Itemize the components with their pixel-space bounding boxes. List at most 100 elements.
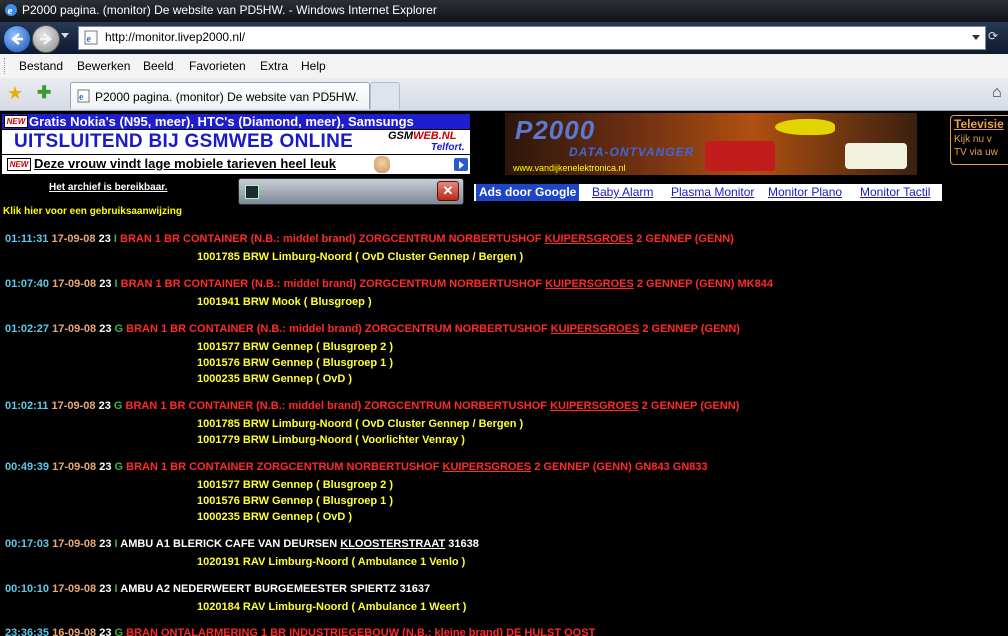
favorites-star-icon[interactable]: ★ [7,84,23,102]
play-icon[interactable] [454,158,468,171]
street-link[interactable]: KUIPERSGROES [443,461,532,473]
message-priority: G [114,627,124,636]
tab-title: P2000 pagina. (monitor) De website van P… [95,90,359,104]
message-text: BRAN 1 BR CONTAINER (N.B.: middel brand)… [120,233,734,245]
ads-by-google-label[interactable]: Ads door Google [476,184,580,201]
refresh-icon[interactable]: ⟳ [988,29,1008,47]
message-units: 1001785 BRW Limburg-Noord ( OvD Cluster … [197,416,523,448]
banner-site: www.vandijkenelektronica.nl [513,163,626,173]
svg-text:e: e [8,5,13,17]
message-time: 01:02:27 [5,323,50,335]
message-units: 1001941 BRW Mook ( Blusgroep ) [197,294,372,310]
message-region: 23 [99,323,112,335]
menu-favorieten[interactable]: Favorieten [189,59,246,73]
unit-line: 1001941 BRW Mook ( Blusgroep ) [197,296,372,308]
message-text: BRAN 1 BR CONTAINER (N.B.: middel brand)… [120,278,773,290]
street-link[interactable]: KUIPERSGROES [550,400,639,412]
message-region: 23 [99,461,112,473]
menu-help[interactable]: Help [301,59,326,73]
ad-gsmweb[interactable]: UITSLUITEND BIJ GSMWEB ONLINE GSMWEB.NL … [2,130,470,154]
window-title-bar: e P2000 pagina. (monitor) De website van… [0,0,1008,22]
message-units: 1001577 BRW Gennep ( Blusgroep 2 ) 100157… [197,339,393,387]
add-favorite-icon[interactable]: ✚ [37,84,51,102]
message-date: 17-09-08 [52,583,97,595]
message-region: 23 [99,627,112,636]
message-date: 17-09-08 [52,278,97,290]
address-url: http://monitor.livep2000.nl/ [105,30,246,44]
message-date: 17-09-08 [51,400,96,412]
new-tab-button[interactable] [370,82,400,109]
street-link[interactable]: KUIPERSGROES [545,233,634,245]
street-link[interactable]: KLOOSTERSTRAAT [340,538,445,550]
unit-line: 1001785 BRW Limburg-Noord ( OvD Cluster … [197,418,524,430]
arrow-right-icon [40,33,52,45]
menu-beeld[interactable]: Beeld [143,59,174,73]
message-header: 00:49:39 17-09-08 23 G BRAN 1 BR CONTAIN… [5,461,708,473]
p2000-banner[interactable]: P2000 DATA-ONTVANGER www.vandijkenelektr… [505,113,917,175]
ad-link-monitor-tactil[interactable]: Monitor Tactil [860,185,930,199]
page-icon: e [84,30,98,45]
window-icon [245,185,259,199]
message-units: 1001785 BRW Limburg-Noord ( OvD Cluster … [197,249,523,265]
message-region: 23 [98,400,111,412]
ad-text: TV via uw [954,147,998,158]
ad-mobile-rates[interactable]: NEW Deze vrouw vindt lage mobiele tariev… [2,155,470,174]
message-priority: G [114,323,124,335]
menu-extra[interactable]: Extra [260,59,288,73]
message-time: 01:02:11 [5,400,49,412]
ad-gratis-phones[interactable]: NEW Gratis Nokia's (N95, meer), HTC's (D… [2,114,470,129]
message-header: 23:36:35 16-09-08 23 G BRAN ONTALARMERIN… [5,627,595,636]
unit-line: 1020191 RAV Limburg-Noord ( Ambulance 1 … [197,556,466,568]
menu-bewerken[interactable]: Bewerken [77,59,130,73]
recent-pages-dropdown[interactable] [61,33,69,38]
ad-link-monitor-plano[interactable]: Monitor Plano [768,185,842,199]
message-header: 01:07:40 17-09-08 23 I BRAN 1 BR CONTAIN… [5,278,773,290]
message-text: BRAN 1 BR CONTAINER ZORGCENTRUM NORBERTU… [126,461,708,473]
message-priority: I [114,538,118,550]
banner-title: P2000 [515,115,596,145]
archive-link[interactable]: Het archief is bereikbaar. [49,182,167,193]
street-link[interactable]: KUIPERSGROES [551,323,640,335]
address-dropdown-icon[interactable] [972,35,980,40]
new-badge: NEW [7,158,31,171]
home-icon[interactable]: ⌂ [992,84,1002,102]
message-units: 1001577 BRW Gennep ( Blusgroep 2 ) 100157… [197,477,393,525]
unit-line: 1000235 BRW Gennep ( OvD ) [197,511,353,523]
message-priority: I [113,233,117,245]
message-priority: I [114,583,118,595]
address-bar[interactable]: e http://monitor.livep2000.nl/ [78,26,986,50]
page-content: NEW Gratis Nokia's (N95, meer), HTC's (D… [0,111,1008,636]
ad-link-baby-alarm[interactable]: Baby Alarm [592,185,653,199]
page-icon: e [77,89,90,103]
ad-link-plasma-monitor[interactable]: Plasma Monitor [671,185,754,199]
close-button[interactable]: ✕ [437,181,459,201]
svg-text:e: e [79,92,84,103]
window-title: P2000 pagina. (monitor) De website van P… [22,3,437,17]
message-date: 17-09-08 [52,461,97,473]
message-region: 23 [99,583,112,595]
svg-text:e: e [87,34,92,45]
popup-window[interactable]: ✕ [238,178,464,205]
street-link[interactable]: KUIPERSGROES [545,278,634,290]
forward-button[interactable] [32,25,60,53]
ad-thumbnail [374,156,390,173]
tab-p2000[interactable]: e P2000 pagina. (monitor) De website van… [70,82,370,109]
back-button[interactable] [3,25,31,53]
message-text: BRAN 1 BR CONTAINER (N.B.: middel brand)… [126,323,740,335]
ad-televisie[interactable]: Televisie Kijk nu v TV via uw [950,115,1008,165]
unit-line: 1000235 BRW Gennep ( OvD ) [197,373,353,385]
message-time: 00:10:10 [5,583,50,595]
message-time: 01:11:31 [5,233,49,245]
message-header: 00:17:03 17-09-08 23 I AMBU A1 BLERICK C… [5,538,479,550]
message-header: 01:02:27 17-09-08 23 G BRAN 1 BR CONTAIN… [5,323,740,335]
message-units: 1020184 RAV Limburg-Noord ( Ambulance 1 … [197,599,466,615]
message-region: 23 [98,233,111,245]
menu-bestand[interactable]: Bestand [19,59,63,73]
ad-headline: UITSLUITEND BIJ GSMWEB ONLINE [14,131,354,152]
message-date: 16-09-08 [52,627,97,636]
message-priority: G [114,461,124,473]
message-time: 00:17:03 [5,538,50,550]
unit-line: 1001785 BRW Limburg-Noord ( OvD Cluster … [197,251,524,263]
helicopter-image [775,119,835,135]
manual-link[interactable]: Klik hier voor een gebruiksaanwijzing [3,206,182,217]
